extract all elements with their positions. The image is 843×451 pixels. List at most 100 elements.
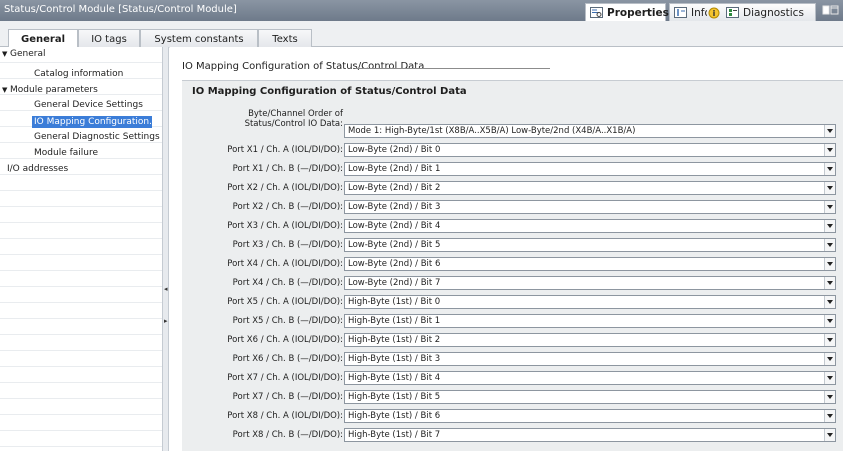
chevron-down-icon[interactable] [824,258,835,270]
port-select-value: High-Byte (1st) / Bit 5 [348,392,441,402]
chevron-down-icon[interactable] [824,410,835,422]
port-select[interactable]: Low-Byte (2nd) / Bit 2 [344,181,836,195]
splitter[interactable]: ◂ ▸ [162,47,169,451]
port-row: Port X6 / Ch. B (—/DI/DO): High-Byte (1st… [182,352,843,367]
collapse-left-icon[interactable]: ◂ [164,285,168,293]
port-select-value: Low-Byte (2nd) / Bit 5 [348,240,441,250]
info-badge-icon: i [708,7,720,18]
port-select[interactable]: Low-Byte (2nd) / Bit 4 [344,219,836,233]
tab-io-tags[interactable]: IO tags [78,29,140,48]
port-select-value: Low-Byte (2nd) / Bit 4 [348,221,441,231]
port-select[interactable]: Low-Byte (2nd) / Bit 3 [344,200,836,214]
chevron-down-icon[interactable] [824,220,835,232]
port-select[interactable]: Low-Byte (2nd) / Bit 5 [344,238,836,252]
tab-general[interactable]: General [8,29,78,49]
port-select[interactable]: High-Byte (1st) / Bit 6 [344,409,836,423]
nav-general-device-settings[interactable]: General Device Settings [34,99,143,111]
diagnostics-icon [725,7,739,19]
tab-texts[interactable]: Texts [258,29,312,48]
nav-io-mapping-configuration[interactable]: IO Mapping Configuration... [32,116,158,128]
chevron-down-icon[interactable] [824,372,835,384]
port-select[interactable]: Low-Byte (2nd) / Bit 1 [344,162,836,176]
port-select[interactable]: High-Byte (1st) / Bit 3 [344,352,836,366]
port-label: Port X1 / Ch. A (IOL/DI/DO): [227,145,343,155]
port-select[interactable]: High-Byte (1st) / Bit 0 [344,295,836,309]
port-row: Port X4 / Ch. B (—/DI/DO): Low-Byte (2nd)… [182,276,843,291]
port-row: Port X8 / Ch. B (—/DI/DO): High-Byte (1st… [182,428,843,443]
content-area: IO Mapping Configuration of Status/Contr… [170,47,843,451]
tab-diagnostics-label: Diagnostics [743,6,804,19]
port-select[interactable]: High-Byte (1st) / Bit 1 [344,314,836,328]
port-label: Port X2 / Ch. B (—/DI/DO): [232,202,343,212]
port-row: Port X6 / Ch. A (IOL/DI/DO): High-Byte (1… [182,333,843,348]
port-select[interactable]: High-Byte (1st) / Bit 7 [344,428,836,442]
chevron-down-icon[interactable] [824,182,835,194]
title-bar: Status/Control Module [Status/Control Mo… [0,0,843,21]
tab-properties[interactable]: Properties [585,3,669,21]
window-title: Status/Control Module [Status/Control Mo… [4,4,237,15]
properties-icon [590,7,603,19]
port-row: Port X1 / Ch. A (IOL/DI/DO): Low-Byte (2n… [182,143,843,158]
expand-right-icon[interactable]: ▸ [164,317,168,325]
port-select-value: Low-Byte (2nd) / Bit 3 [348,202,441,212]
port-row: Port X3 / Ch. A (IOL/DI/DO): Low-Byte (2n… [182,219,843,234]
port-select-value: High-Byte (1st) / Bit 1 [348,316,441,326]
nav-io-addresses[interactable]: I/O addresses [7,163,68,175]
chevron-down-icon[interactable] [824,239,835,251]
chevron-down-icon[interactable] [824,201,835,213]
port-select[interactable]: Low-Byte (2nd) / Bit 6 [344,257,836,271]
chevron-down-icon[interactable] [824,334,835,346]
nav-catalog-information[interactable]: Catalog information [34,68,123,80]
section-title: IO Mapping Configuration of Status/Contr… [192,86,467,97]
tab-properties-label: Properties [607,6,669,19]
sidebar: ▼ General Catalog information ▼ Module par… [0,47,162,451]
port-select[interactable]: High-Byte (1st) / Bit 4 [344,371,836,385]
port-select-value: Low-Byte (2nd) / Bit 2 [348,183,441,193]
svg-text:i: i [713,9,716,18]
settings-panel: IO Mapping Configuration of Status/Contr… [182,80,843,451]
port-select-value: Low-Byte (2nd) / Bit 6 [348,259,441,269]
tab-system-constants[interactable]: System constants [140,29,258,48]
port-label: Port X5 / Ch. B (—/DI/DO): [232,316,343,326]
chevron-down-icon[interactable] [824,163,835,175]
port-label: Port X1 / Ch. B (—/DI/DO): [232,164,343,174]
chevron-down-icon[interactable] [824,353,835,365]
port-label: Port X7 / Ch. A (IOL/DI/DO): [227,373,343,383]
port-row: Port X4 / Ch. A (IOL/DI/DO): Low-Byte (2n… [182,257,843,272]
port-row: Port X8 / Ch. A (IOL/DI/DO): High-Byte (1… [182,409,843,424]
chevron-down-icon[interactable] [824,125,835,137]
order-row: Mode 1: High-Byte/1st (X8B/A..X5B/A) Low… [182,124,843,139]
chevron-down-icon[interactable] [824,296,835,308]
breadcrumb: IO Mapping Configuration of Status/Contr… [182,61,425,72]
port-label: Port X2 / Ch. A (IOL/DI/DO): [227,183,343,193]
port-select-value: Low-Byte (2nd) / Bit 7 [348,278,441,288]
chevron-down-icon[interactable]: ▼ [2,48,10,60]
chevron-down-icon[interactable] [824,277,835,289]
order-label-line1: Byte/Channel Order of [248,109,343,119]
chevron-down-icon[interactable] [824,144,835,156]
tab-diagnostics[interactable]: Diagnostics [721,3,816,21]
chevron-down-icon[interactable]: ▼ [2,84,10,96]
nav-general[interactable]: ▼ General [2,48,45,60]
order-select[interactable]: Mode 1: High-Byte/1st (X8B/A..X5B/A) Low… [344,124,836,138]
port-label: Port X8 / Ch. B (—/DI/DO): [232,430,343,440]
port-select-value: High-Byte (1st) / Bit 0 [348,297,441,307]
order-select-value: Mode 1: High-Byte/1st (X8B/A..X5B/A) Low… [348,126,636,136]
nav-module-failure[interactable]: Module failure [34,147,98,159]
port-select[interactable]: High-Byte (1st) / Bit 2 [344,333,836,347]
port-select[interactable]: Low-Byte (2nd) / Bit 0 [344,143,836,157]
chevron-down-icon[interactable] [824,315,835,327]
port-row: Port X3 / Ch. B (—/DI/DO): Low-Byte (2nd)… [182,238,843,253]
port-label: Port X6 / Ch. B (—/DI/DO): [232,354,343,364]
chevron-down-icon[interactable] [824,391,835,403]
port-label: Port X4 / Ch. A (IOL/DI/DO): [227,259,343,269]
window-options-icon[interactable] [822,4,840,17]
port-select[interactable]: High-Byte (1st) / Bit 5 [344,390,836,404]
nav-module-parameters[interactable]: ▼ Module parameters [2,84,98,96]
chevron-down-icon[interactable] [824,429,835,441]
tab-info[interactable]: Info [669,3,711,21]
info-badge: i [707,3,721,21]
nav-general-diagnostic-settings[interactable]: General Diagnostic Settings [34,131,160,143]
port-select-value: Low-Byte (2nd) / Bit 0 [348,145,441,155]
port-select[interactable]: Low-Byte (2nd) / Bit 7 [344,276,836,290]
